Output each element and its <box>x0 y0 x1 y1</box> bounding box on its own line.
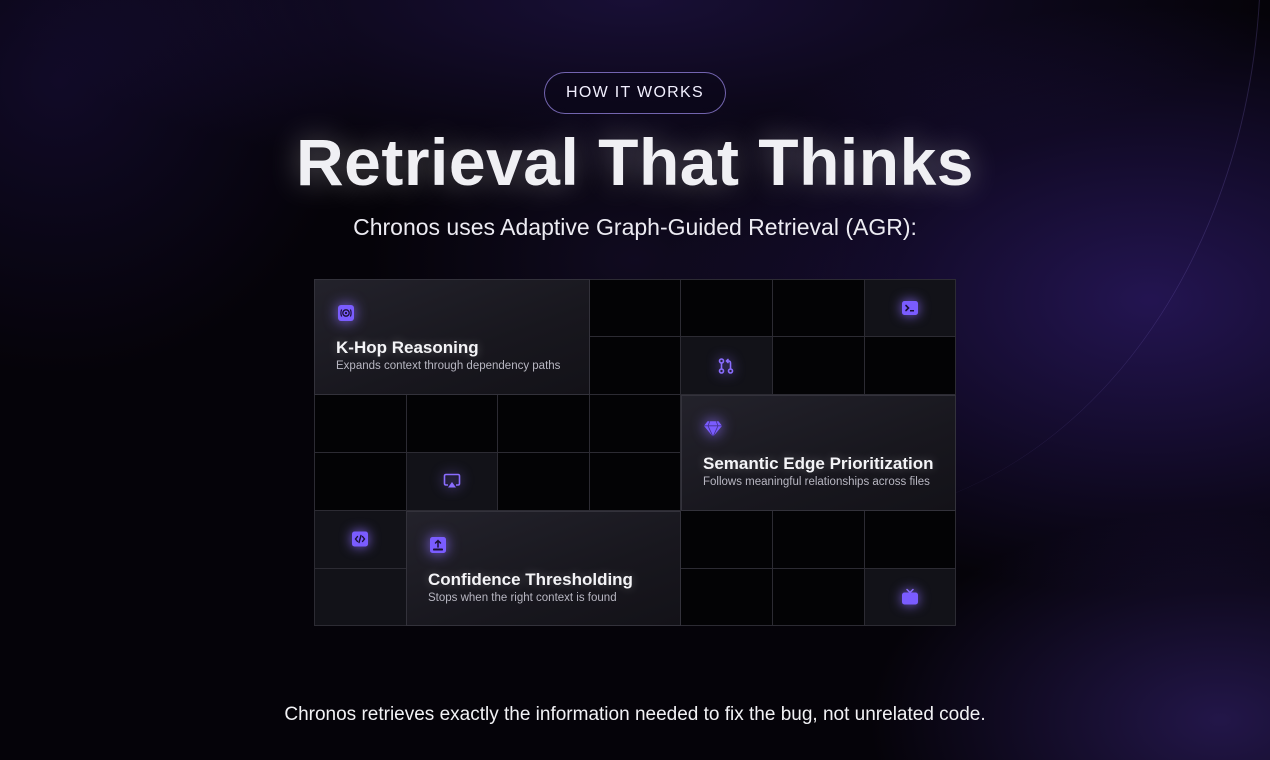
grid-cell <box>772 510 865 569</box>
grid-cell <box>772 279 865 337</box>
feature-title: Semantic Edge Prioritization <box>703 454 934 473</box>
feature-description: Follows meaningful relationships across … <box>703 476 930 488</box>
grid-cell <box>589 394 681 453</box>
airplay-icon <box>443 472 461 490</box>
grid-icon-cell <box>864 568 955 626</box>
grid-cell <box>772 568 865 626</box>
how-it-works-badge: HOW IT WORKS <box>544 72 726 114</box>
grid-cell <box>314 394 407 453</box>
grid-cell <box>314 452 407 511</box>
git-pull-request-icon <box>717 357 735 375</box>
grid-icon-cell <box>314 510 405 568</box>
feature-grid: K-Hop Reasoning Expands context through … <box>314 279 956 626</box>
grid-cell <box>680 279 773 337</box>
feature-title: K-Hop Reasoning <box>336 338 479 357</box>
feature-description: Expands context through dependency paths <box>336 360 561 372</box>
radio-icon <box>336 303 356 323</box>
page-subtitle: Chronos uses Adaptive Graph-Guided Retri… <box>353 214 917 240</box>
grid-cell <box>314 568 407 626</box>
grid-cell <box>589 452 681 511</box>
feature-title: Confidence Thresholding <box>428 570 633 589</box>
grid-cell <box>680 510 773 569</box>
feature-card-confidence: Confidence Thresholding Stops when the r… <box>406 511 681 626</box>
grid-cell <box>589 336 681 395</box>
page-title: Retrieval That Thinks <box>295 125 974 199</box>
terminal-icon <box>901 299 919 317</box>
grid-icon-cell <box>680 337 771 395</box>
grid-cell <box>864 336 956 395</box>
grid-cell <box>772 336 865 395</box>
feature-card-semantic-edge: Semantic Edge Prioritization Follows mea… <box>681 395 956 511</box>
grid-icon-cell <box>864 279 955 337</box>
code-icon <box>351 530 369 548</box>
grid-cell <box>589 279 681 337</box>
grid-cell <box>497 394 590 453</box>
grid-cell <box>406 394 498 453</box>
grid-icon-cell <box>406 452 497 510</box>
feature-description: Stops when the right context is found <box>428 592 617 604</box>
grid-cell <box>497 452 590 511</box>
grid-cell <box>680 568 773 626</box>
gem-icon <box>703 419 723 439</box>
tv-icon <box>901 588 919 606</box>
footer-text: Chronos retrieves exactly the informatio… <box>284 704 986 725</box>
feature-card-k-hop: K-Hop Reasoning Expands context through … <box>314 279 590 395</box>
grid-cell <box>864 510 956 569</box>
upload-box-icon <box>428 535 448 555</box>
